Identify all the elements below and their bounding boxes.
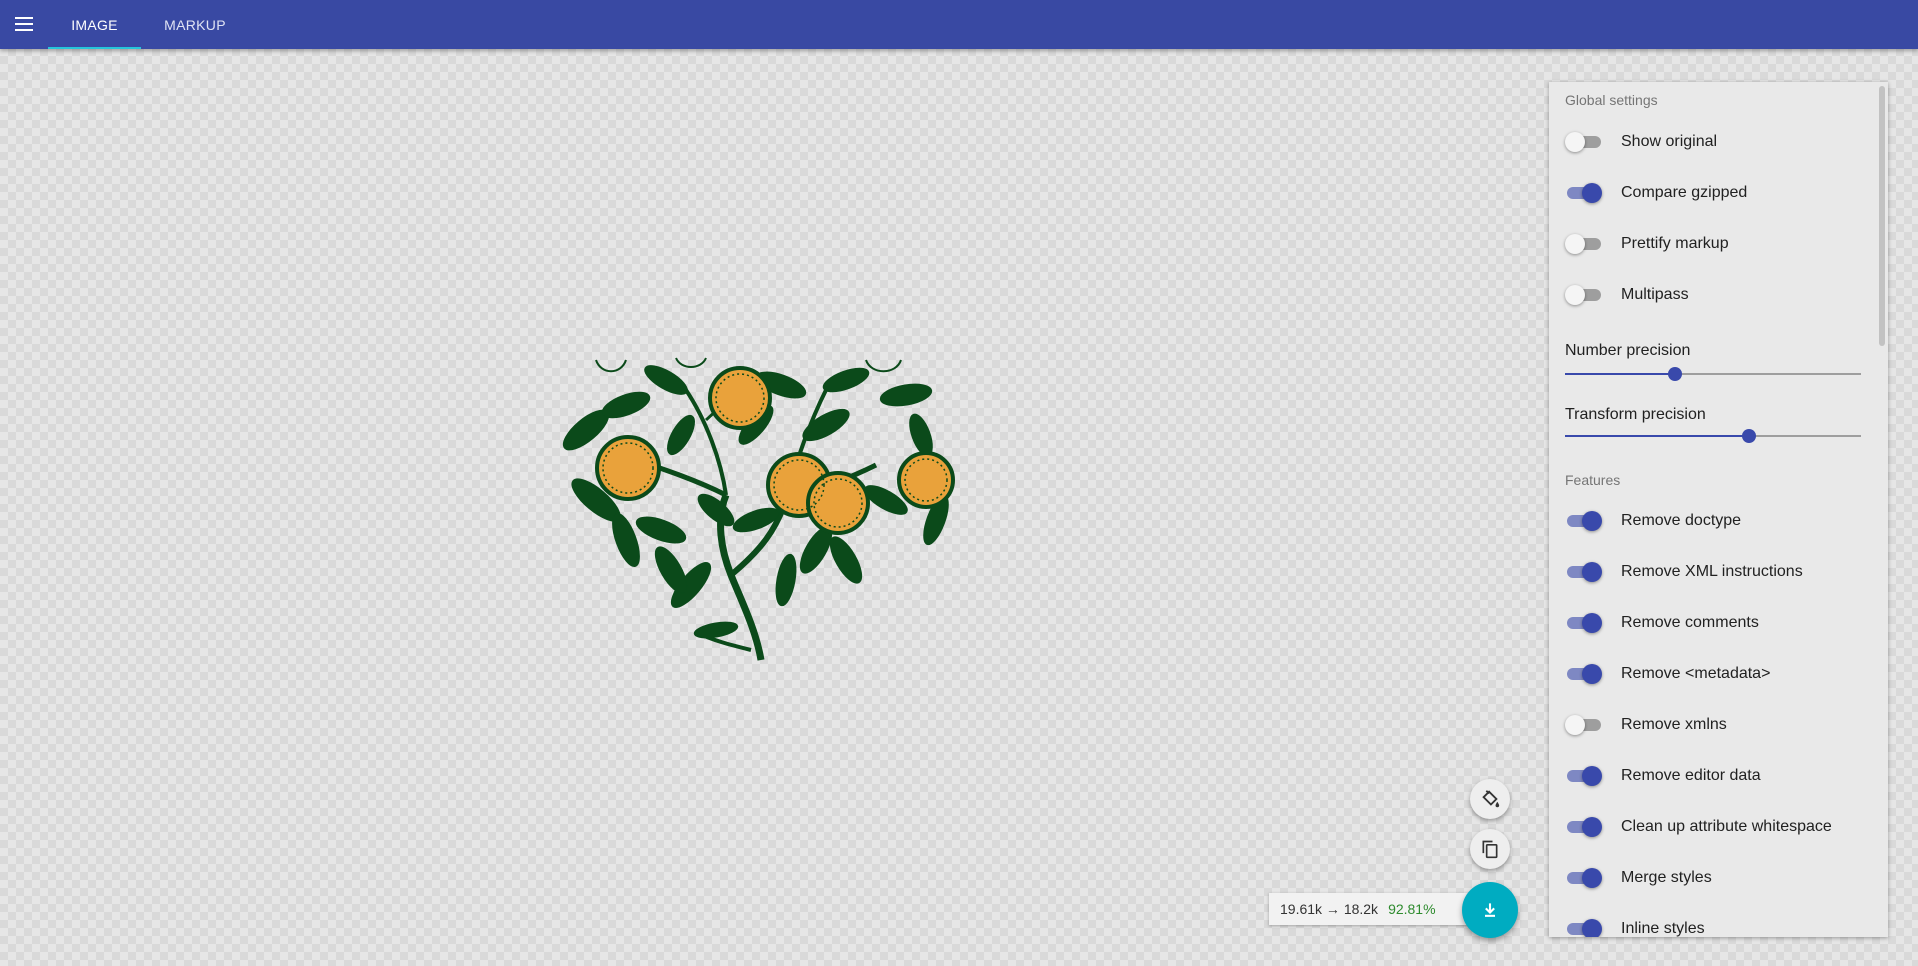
toggle-label: Remove doctype [1621, 512, 1742, 529]
switch-inline-styles[interactable] [1565, 919, 1602, 937]
toggle-label: Multipass [1621, 286, 1689, 303]
toggle-prettify-markup[interactable]: Prettify markup [1565, 229, 1865, 259]
toggle-cleanup-attr-whitespace[interactable]: Clean up attribute whitespace [1565, 812, 1865, 842]
switch-remove-doctype[interactable] [1565, 511, 1602, 531]
download-icon [1485, 903, 1495, 917]
toggle-label: Prettify markup [1621, 235, 1729, 252]
size-percent-text: 92.81% [1388, 901, 1436, 917]
toggle-remove-comments[interactable]: Remove comments [1565, 608, 1865, 638]
tab-markup[interactable]: MARKUP [150, 0, 240, 49]
toggle-label: Remove comments [1621, 614, 1759, 631]
switch-show-original[interactable] [1565, 132, 1601, 152]
transform-precision-slider[interactable] [1565, 429, 1861, 443]
toggle-label: Remove <metadata> [1621, 665, 1771, 682]
hamburger-menu-icon[interactable] [10, 10, 38, 38]
switch-merge-styles[interactable] [1565, 868, 1602, 888]
toggle-remove-doctype[interactable]: Remove doctype [1565, 506, 1865, 536]
toggle-remove-xmlns[interactable]: Remove xmlns [1565, 710, 1865, 740]
toggle-label: Remove editor data [1621, 767, 1761, 784]
top-app-bar: IMAGE MARKUP [0, 0, 1918, 49]
switch-remove-xmlns[interactable] [1565, 715, 1601, 735]
switch-remove-metadata[interactable] [1565, 664, 1602, 684]
panel-scrollbar[interactable] [1879, 86, 1885, 346]
copy-button[interactable] [1470, 829, 1510, 869]
switch-remove-editor-data[interactable] [1565, 766, 1602, 786]
switch-compare-gzipped[interactable] [1565, 183, 1602, 203]
toggle-remove-editor-data[interactable]: Remove editor data [1565, 761, 1865, 791]
toggle-label: Merge styles [1621, 869, 1712, 886]
slider-knob[interactable] [1668, 367, 1682, 381]
number-precision-label: Number precision [1565, 342, 1691, 359]
number-precision-slider[interactable] [1565, 367, 1861, 381]
switch-prettify-markup[interactable] [1565, 234, 1601, 254]
global-settings-title: Global settings [1565, 92, 1658, 108]
toggle-label: Show original [1621, 133, 1718, 150]
toggle-label: Remove xmlns [1621, 716, 1727, 733]
size-change-text: 19.61k → 18.2k [1280, 901, 1379, 917]
download-button[interactable] [1462, 882, 1518, 938]
toggle-label: Clean up attribute whitespace [1621, 818, 1832, 835]
toggle-show-original[interactable]: Show original [1565, 127, 1865, 157]
switch-cleanup-attr-whitespace[interactable] [1565, 817, 1602, 837]
toggle-label: Compare gzipped [1621, 184, 1748, 201]
paint-bucket-icon [1482, 790, 1500, 808]
toggle-remove-xml-instructions[interactable]: Remove XML instructions [1565, 557, 1865, 587]
transform-precision-label: Transform precision [1565, 406, 1706, 423]
copy-icon [1482, 840, 1498, 859]
toggle-remove-metadata[interactable]: Remove <metadata> [1565, 659, 1865, 689]
background-toggle-button[interactable] [1470, 779, 1510, 819]
switch-remove-comments[interactable] [1565, 613, 1602, 633]
toggle-multipass[interactable]: Multipass [1565, 280, 1865, 310]
switch-remove-xml-instructions[interactable] [1565, 562, 1602, 582]
toggle-merge-styles[interactable]: Merge styles [1565, 863, 1865, 893]
switch-multipass[interactable] [1565, 285, 1601, 305]
features-title: Features [1565, 472, 1621, 488]
toggle-label: Inline styles [1621, 920, 1705, 937]
toggle-compare-gzipped[interactable]: Compare gzipped [1565, 178, 1865, 208]
slider-knob[interactable] [1742, 429, 1756, 443]
toggle-label: Remove XML instructions [1621, 563, 1803, 580]
active-tab-indicator [48, 47, 141, 49]
settings-panel: Global settings Show original Compare gz… [1549, 82, 1888, 937]
tab-image[interactable]: IMAGE [48, 0, 141, 49]
toggle-inline-styles[interactable]: Inline styles [1565, 914, 1865, 937]
file-size-summary: 19.61k → 18.2k 92.81% [1269, 893, 1477, 925]
svg-preview-image [562, 357, 955, 661]
